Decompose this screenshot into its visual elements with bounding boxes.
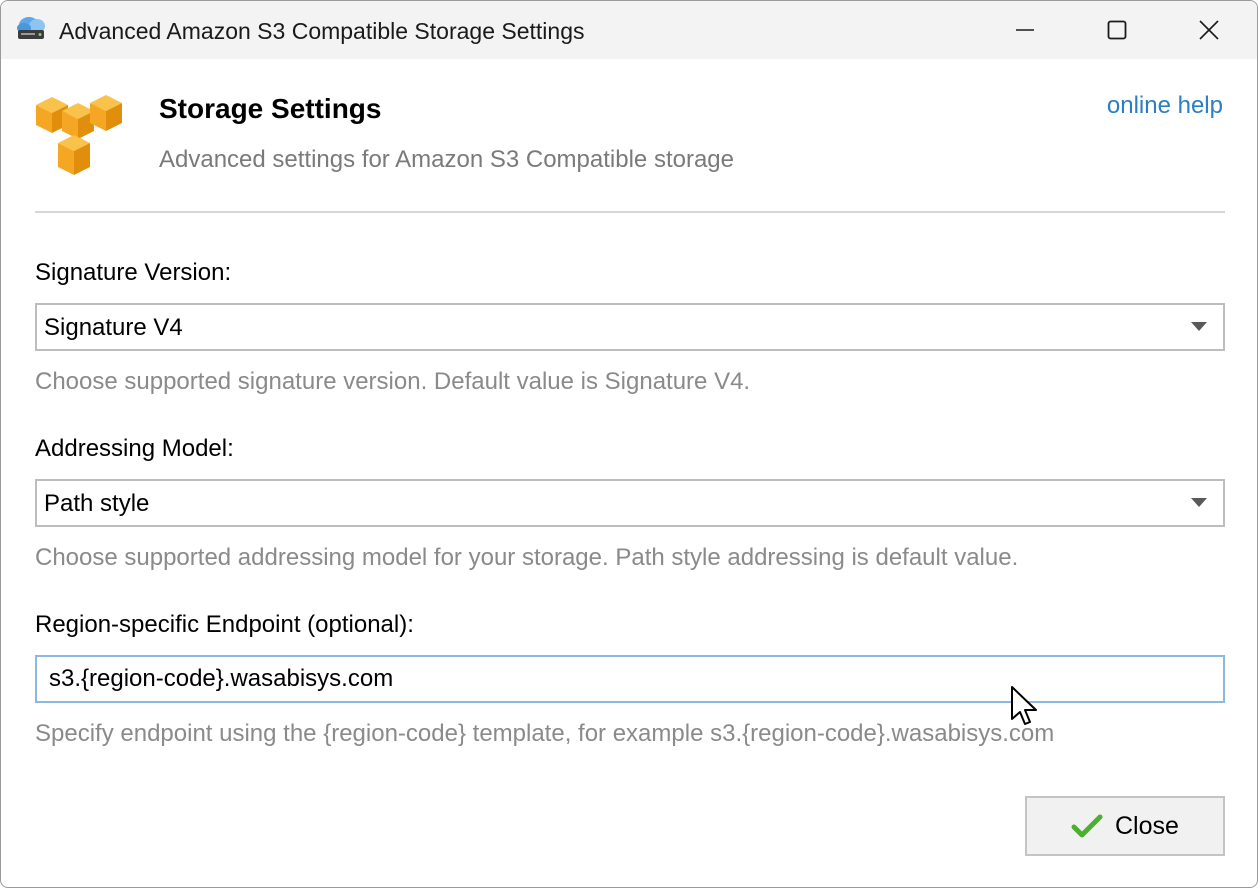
page-title: Storage Settings (159, 93, 382, 124)
addressing-model-value: Path style (44, 490, 150, 517)
aws-boxes-logo (36, 95, 122, 175)
signature-version-hint: Choose supported signature version. Defa… (35, 368, 751, 395)
addressing-model-hint: Choose supported addressing model for yo… (35, 544, 1019, 571)
checkmark-icon (1071, 814, 1103, 838)
title-bar: Advanced Amazon S3 Compatible Storage Se… (1, 1, 1257, 59)
settings-dialog: Advanced Amazon S3 Compatible Storage Se… (0, 0, 1258, 888)
page-subtitle: Advanced settings for Amazon S3 Compatib… (159, 146, 734, 173)
maximize-button[interactable] (1071, 1, 1163, 59)
close-button[interactable]: Close (1025, 796, 1225, 856)
endpoint-field-container (35, 655, 1225, 703)
endpoint-label: Region-specific Endpoint (optional): (35, 611, 414, 638)
mouse-pointer-icon (1011, 686, 1037, 725)
cloud-drive-icon (17, 17, 45, 39)
addressing-model-label: Addressing Model: (35, 435, 234, 462)
endpoint-input[interactable] (37, 657, 1219, 701)
signature-version-value: Signature V4 (44, 314, 183, 341)
header-divider (35, 211, 1225, 213)
chevron-down-icon (1191, 322, 1207, 331)
close-button-label: Close (1115, 812, 1179, 840)
addressing-model-select[interactable]: Path style (35, 479, 1225, 527)
window-title: Advanced Amazon S3 Compatible Storage Se… (59, 18, 585, 44)
online-help-link[interactable]: online help (1107, 92, 1223, 120)
close-icon (1199, 20, 1219, 40)
window-close-button[interactable] (1163, 1, 1255, 59)
minimize-icon (1016, 29, 1034, 31)
chevron-down-icon (1191, 498, 1207, 507)
signature-version-select[interactable]: Signature V4 (35, 303, 1225, 351)
endpoint-hint: Specify endpoint using the {region-code}… (35, 720, 1055, 747)
maximize-icon (1107, 20, 1127, 40)
signature-version-label: Signature Version: (35, 259, 232, 286)
minimize-button[interactable] (979, 1, 1071, 59)
